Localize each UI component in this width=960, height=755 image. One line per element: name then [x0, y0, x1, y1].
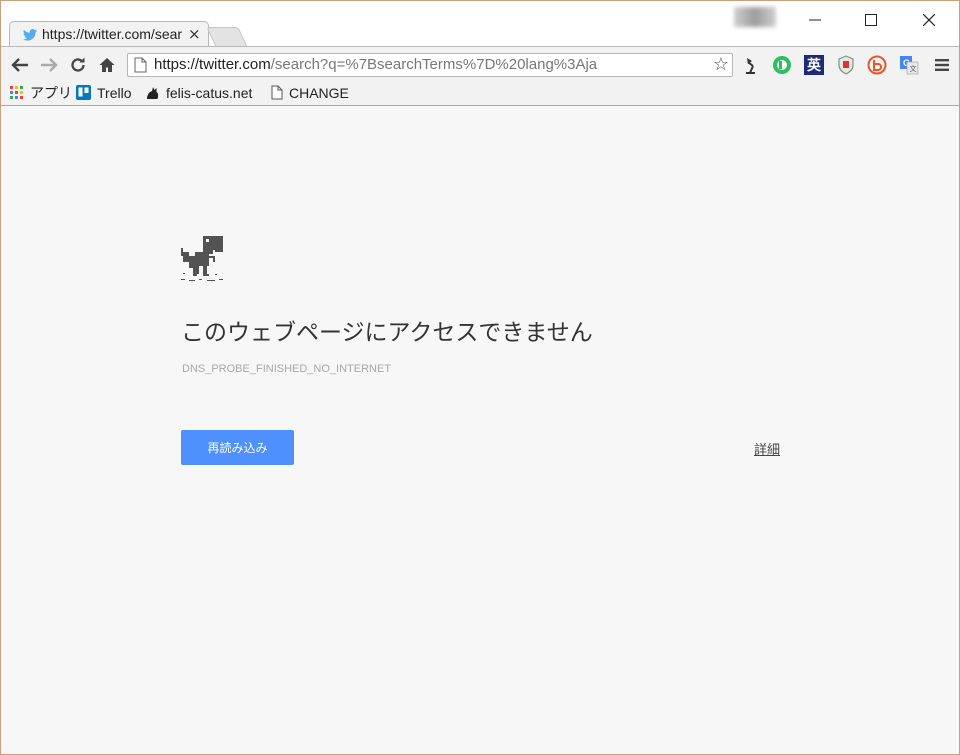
- close-window-button[interactable]: [909, 7, 949, 33]
- trello-icon: [76, 85, 91, 100]
- tab-close-icon[interactable]: ×: [188, 25, 201, 43]
- maximize-button[interactable]: [851, 7, 891, 33]
- address-bar[interactable]: https://twitter.com/search?q=%7BsearchTe…: [127, 53, 733, 77]
- menu-icon[interactable]: [932, 55, 952, 75]
- error-heading: このウェブページにアクセスできません: [181, 320, 593, 346]
- bookmark-felis-catus[interactable]: felis-catus.net: [145, 83, 252, 102]
- eijiro-label: 英: [804, 55, 824, 75]
- home-icon: [99, 58, 115, 72]
- shield-icon[interactable]: [836, 55, 856, 75]
- evernote-green-icon[interactable]: [772, 55, 792, 75]
- bookmark-label: felis-catus.net: [166, 84, 253, 101]
- bookmark-apps[interactable]: アプリ: [10, 83, 72, 102]
- url-host: https://twitter.com: [154, 56, 271, 73]
- bookmark-star-icon[interactable]: ☆: [713, 54, 729, 75]
- details-link[interactable]: 詳細: [754, 439, 780, 458]
- bookmark-label: CHANGE: [289, 84, 349, 101]
- close-icon: [923, 14, 935, 26]
- svg-text:文: 文: [910, 64, 917, 73]
- maximize-icon: [865, 14, 877, 26]
- back-button[interactable]: [9, 54, 31, 76]
- error-code: DNS_PROBE_FINISHED_NO_INTERNET: [182, 363, 392, 375]
- forward-button[interactable]: [38, 54, 60, 76]
- bookmark-label: Trello: [97, 84, 132, 101]
- eijiro-icon[interactable]: 英: [804, 55, 824, 75]
- tab-twitter-search[interactable]: https://twitter.com/search?q=%7BsearchTe…: [9, 21, 209, 47]
- back-arrow-icon: [11, 58, 28, 72]
- google-translate-icon[interactable]: G 文: [899, 55, 919, 75]
- minimize-icon: [809, 19, 821, 21]
- toolbar: https://twitter.com/search?q=%7BsearchTe…: [1, 46, 959, 81]
- twitter-bird-icon: [23, 29, 37, 41]
- forward-arrow-icon: [41, 58, 58, 72]
- page-icon: [271, 85, 283, 100]
- bookmarks-bar: アプリ Trello felis-catus.net CHANGE: [1, 80, 959, 106]
- page-icon: [134, 57, 147, 73]
- bookmark-label: アプリ: [30, 84, 72, 101]
- url-path: /search?q=%7BsearchTerms%7D%20lang%3Aja: [270, 56, 598, 73]
- reload-icon: [71, 57, 85, 72]
- apps-grid-icon: [10, 85, 24, 100]
- reload-button[interactable]: 再読み込み: [181, 430, 294, 465]
- lamp-icon[interactable]: [741, 55, 761, 75]
- reload-toolbar-button[interactable]: [67, 54, 89, 76]
- home-button[interactable]: [96, 54, 118, 76]
- bookmark-change[interactable]: CHANGE: [271, 83, 349, 102]
- new-tab-button[interactable]: [206, 27, 248, 47]
- offline-dino-icon: [181, 236, 223, 281]
- cat-icon: [145, 85, 160, 100]
- minimize-button[interactable]: [795, 7, 835, 33]
- url-text[interactable]: https://twitter.com/search?q=%7BsearchTe…: [154, 56, 597, 73]
- bookmark-trello[interactable]: Trello: [76, 83, 132, 102]
- page-content: このウェブページにアクセスできません DNS_PROBE_FINISHED_NO…: [1, 106, 959, 754]
- profile-avatar[interactable]: [734, 7, 776, 27]
- hatena-b-icon[interactable]: [867, 55, 887, 75]
- title-bar: https://twitter.com/search?q=%7BsearchTe…: [1, 1, 959, 47]
- tab-title: https://twitter.com/search?q=%7BsearchTe…: [42, 26, 182, 42]
- browser-window: https://twitter.com/search?q=%7BsearchTe…: [0, 0, 960, 755]
